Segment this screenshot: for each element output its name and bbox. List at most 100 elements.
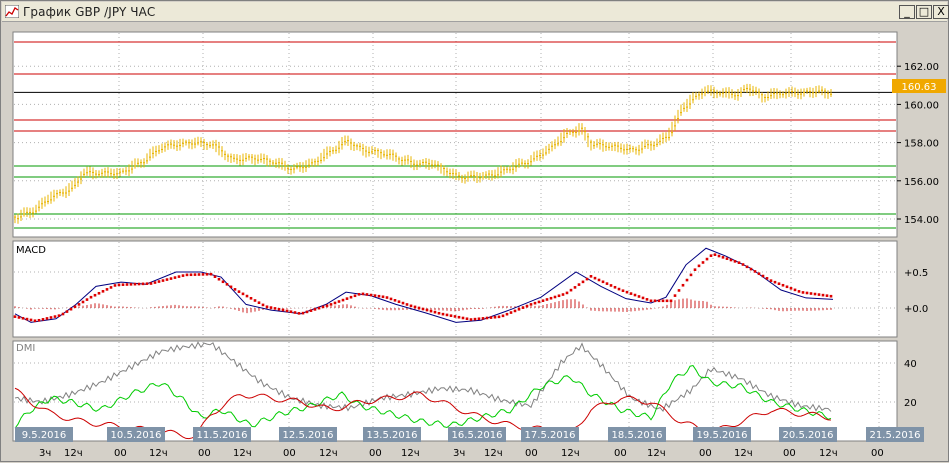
- date-label[interactable]: 20.5.2016: [783, 430, 834, 441]
- hour-label: 12ч: [64, 448, 83, 459]
- macd-signal-dot: [649, 299, 653, 303]
- macd-signal-dot: [789, 287, 793, 290]
- macd-signal-dot: [189, 273, 193, 277]
- macd-signal-dot: [337, 300, 341, 303]
- time-axis[interactable]: 9.5.2016 10.5.2016 11.5.2016 12.5.2016 13.5.…: [15, 427, 924, 459]
- chart-area[interactable]: 162.00 160.00 158.00 156.00 154.00 160.63 +0…: [1, 23, 948, 463]
- macd-signal-dot: [589, 275, 593, 278]
- date-label[interactable]: 12.5.2016: [283, 430, 334, 441]
- macd-signal-dot: [245, 294, 249, 298]
- macd-signal-dot: [513, 309, 517, 313]
- close-button[interactable]: X: [933, 5, 949, 19]
- macd-signal-dot: [401, 301, 405, 305]
- macd-signal-dot: [325, 304, 329, 307]
- dmi-pane[interactable]: 40 20 DMI: [12, 340, 917, 442]
- macd-signal-dot: [181, 274, 185, 277]
- dmi-axis: 40 20: [904, 359, 917, 409]
- macd-signal-dot: [729, 258, 733, 262]
- macd-signal-dot: [297, 312, 301, 315]
- macd-signal-dot: [521, 306, 525, 309]
- macd-signal-dot: [569, 288, 573, 292]
- macd-signal-dot: [29, 318, 33, 322]
- macd-signal-dot: [537, 300, 541, 304]
- macd-signal-dot: [209, 272, 213, 276]
- macd-signal-dot: [381, 295, 385, 299]
- date-label[interactable]: 10.5.2016: [111, 430, 162, 441]
- macd-signal-dot: [165, 278, 169, 281]
- macd-signal-dot: [289, 310, 293, 314]
- macd-signal-dot: [205, 272, 209, 276]
- hour-label: 00: [699, 448, 712, 459]
- macd-signal-dot: [177, 275, 181, 278]
- macd-signal-dot: [265, 305, 269, 309]
- macd-signal-dot: [129, 283, 133, 286]
- minimize-button[interactable]: _: [899, 5, 915, 19]
- hour-label: 12ч: [734, 448, 753, 459]
- macd-signal-dot: [69, 307, 73, 311]
- macd-signal-dot: [813, 292, 817, 296]
- macd-signal-dot: [317, 306, 321, 310]
- chart-window: График GBP /JPY ЧАС _ □ X 162.00 160.00 15…: [0, 0, 949, 462]
- macd-signal-dot: [565, 291, 569, 295]
- macd-signal-dot: [405, 303, 409, 306]
- macd-signal-dot: [485, 316, 489, 320]
- macd-signal-dot: [829, 294, 833, 298]
- macd-signal-dot: [721, 256, 725, 259]
- macd-signal-dot: [705, 257, 709, 261]
- macd-signal-dot: [257, 301, 261, 304]
- close-icon: X: [937, 5, 945, 18]
- macd-signal-dot: [637, 295, 641, 298]
- macd-signal-dot: [581, 280, 585, 284]
- macd-signal-dot: [213, 275, 217, 278]
- maximize-button[interactable]: □: [916, 5, 932, 19]
- macd-signal-dot: [693, 268, 697, 271]
- minimize-icon: _: [904, 5, 910, 18]
- date-label[interactable]: 9.5.2016: [22, 430, 67, 441]
- macd-signal-dot: [429, 309, 433, 313]
- date-label[interactable]: 11.5.2016: [197, 430, 248, 441]
- macd-signal-dot: [825, 294, 829, 297]
- date-label[interactable]: 18.5.2016: [612, 430, 663, 441]
- macd-signal-dot: [769, 279, 773, 282]
- macd-signal-dot: [765, 277, 769, 280]
- macd-signal-dot: [345, 297, 349, 300]
- macd-signal-dot: [417, 306, 421, 310]
- price-plot[interactable]: [12, 31, 898, 238]
- macd-signal-dot: [425, 308, 429, 312]
- hour-label: 00: [114, 448, 127, 459]
- macd-signal-dot: [821, 293, 825, 297]
- macd-signal-dot: [665, 299, 669, 303]
- hour-label: 00: [783, 448, 796, 459]
- macd-signal-dot: [541, 299, 545, 302]
- macd-signal-dot: [89, 295, 93, 299]
- macd-signal-dot: [321, 305, 325, 309]
- macd-signal-dot: [221, 280, 225, 284]
- title-bar[interactable]: График GBP /JPY ЧАС _ □ X: [2, 2, 949, 22]
- date-label[interactable]: 13.5.2016: [367, 430, 418, 441]
- macd-signal-dot: [273, 307, 277, 310]
- macd-signal-dot: [661, 299, 665, 303]
- macd-signal-dot: [421, 307, 425, 311]
- macd-signal-dot: [473, 317, 477, 321]
- date-label[interactable]: 19.5.2016: [697, 430, 748, 441]
- date-label[interactable]: 17.5.2016: [525, 430, 576, 441]
- macd-signal-dot: [101, 290, 105, 293]
- macd-signal-dot: [389, 297, 393, 301]
- macd-signal-dot: [193, 273, 197, 276]
- macd-signal-dot: [145, 282, 149, 285]
- macd-signal-dot: [249, 296, 253, 300]
- price-pane[interactable]: 162.00 160.00 158.00 156.00 154.00 160.63: [12, 31, 946, 238]
- macd-signal-dot: [613, 285, 617, 289]
- macd-signal-dot: [793, 288, 797, 292]
- macd-signal-dot: [93, 293, 97, 297]
- macd-signal-dot: [57, 314, 61, 317]
- date-label[interactable]: 16.5.2016: [452, 430, 503, 441]
- macd-pane[interactable]: +0.5 +0.0 MACD: [12, 240, 928, 338]
- hour-label: 00: [369, 448, 382, 459]
- macd-signal-dot: [433, 310, 437, 314]
- last-price-label: 160.63: [902, 82, 937, 93]
- macd-signal-dot: [685, 278, 689, 282]
- macd-signal-dot: [489, 316, 493, 319]
- date-label[interactable]: 21.5.2016: [870, 430, 921, 441]
- macd-signal-dot: [557, 294, 561, 298]
